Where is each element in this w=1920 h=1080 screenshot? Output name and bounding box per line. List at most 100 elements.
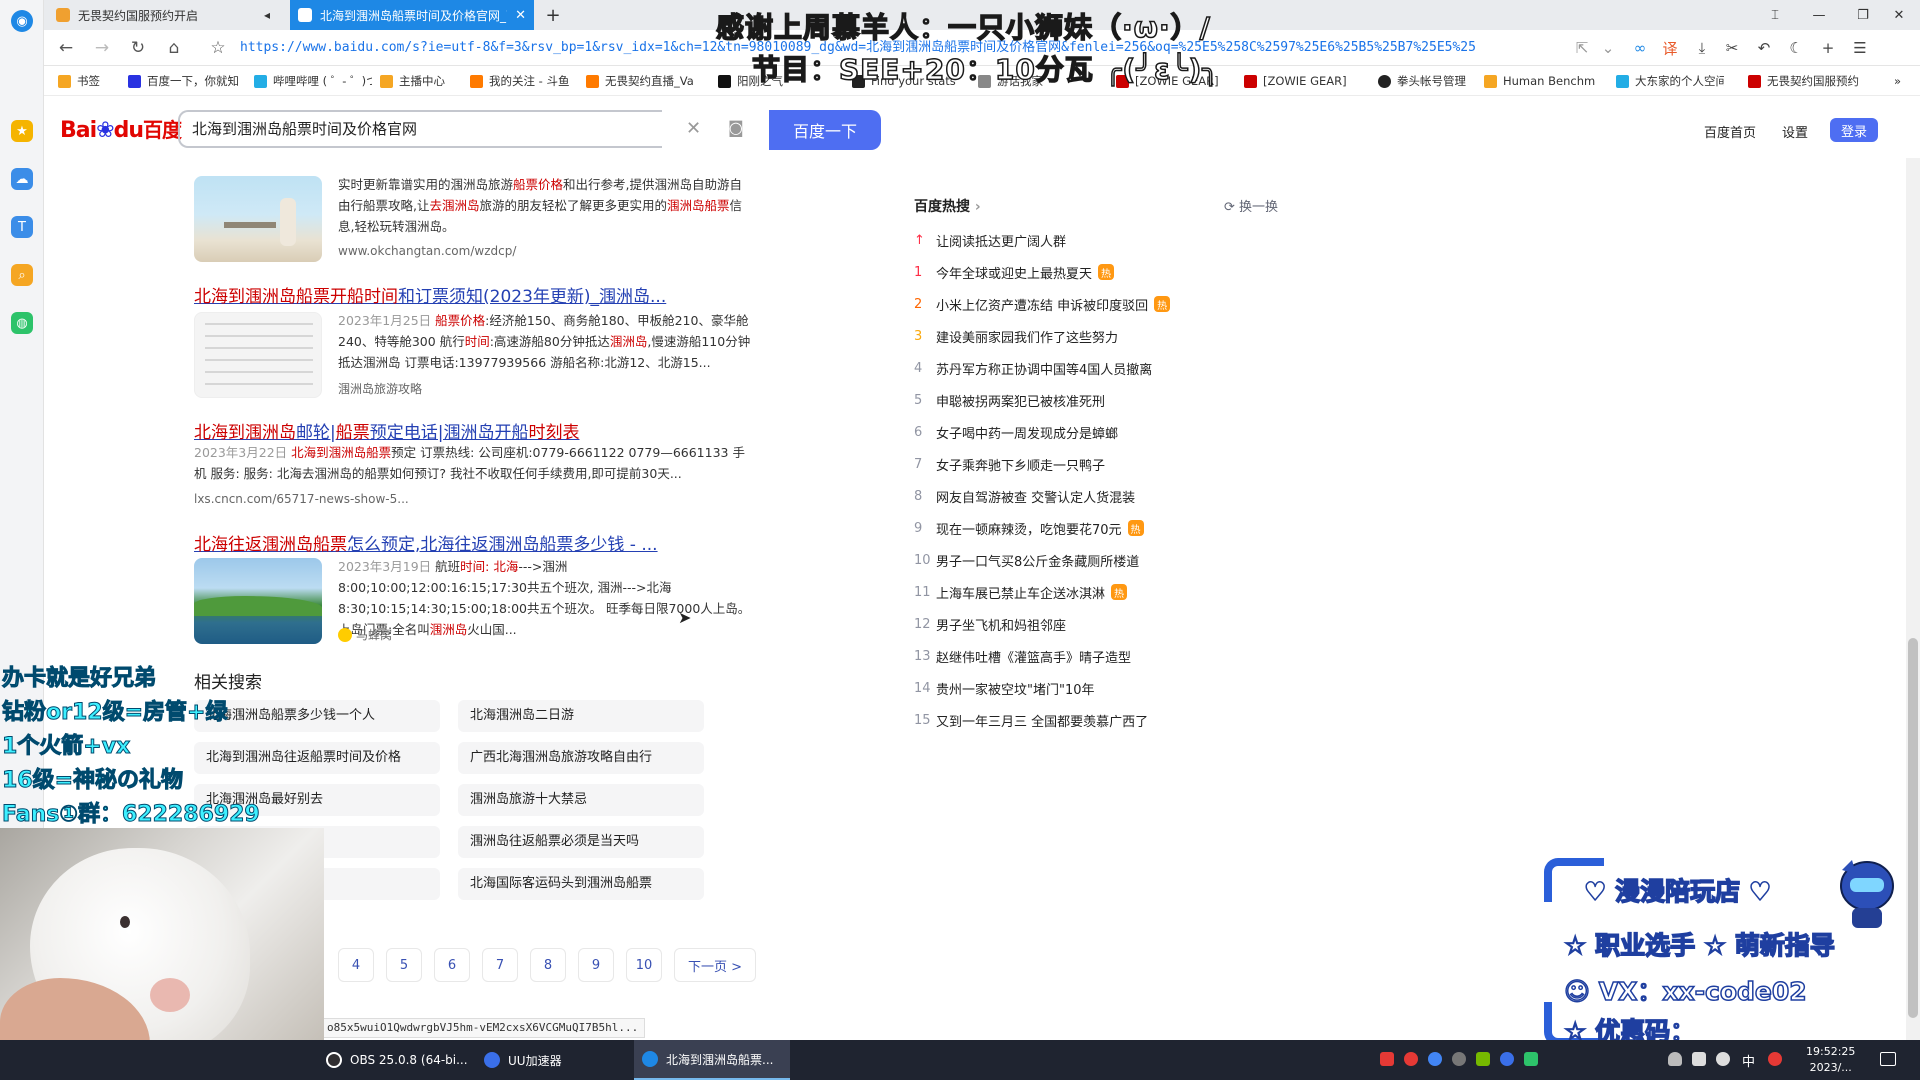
hot-search-item[interactable]: ↑ 让阅读抵达更广阔人群 — [914, 230, 1066, 250]
hot-search-item[interactable]: 6 女子喝中药一周发现成分是蟑螂 — [914, 422, 1118, 442]
tab-close-icon[interactable]: ✕ — [515, 8, 526, 23]
hot-search-item[interactable]: 3 建设美丽家园我们作了这些努力 — [914, 326, 1118, 346]
bookmark-item[interactable]: [ZOWIE GEAR] — [1244, 73, 1346, 89]
tray-google-icon[interactable] — [1428, 1052, 1442, 1066]
tray-network-icon[interactable] — [1692, 1052, 1706, 1066]
related-search-item[interactable]: 北海到涠洲岛往返船票时间及价格 — [194, 742, 440, 774]
pin-icon[interactable]: ⌶ — [1756, 0, 1794, 30]
tray-speaker-red-icon[interactable] — [1380, 1052, 1394, 1066]
night-mode-icon[interactable]: ☾ — [1784, 36, 1808, 60]
tray-ime[interactable]: 中 — [1742, 1051, 1755, 1070]
search-side-icon[interactable]: ⌕ — [11, 264, 33, 286]
close-window-button[interactable]: ✕ — [1880, 0, 1918, 30]
tray-volume-icon[interactable] — [1716, 1052, 1730, 1066]
page-8-button[interactable]: 8 — [530, 948, 566, 982]
bookmark-star-icon[interactable]: ☆ — [206, 36, 230, 60]
hot-search-item[interactable]: 14 贵州一家被空坟"堵门"10年 — [914, 678, 1095, 698]
hot-search-item[interactable]: 4 苏丹军方称正协调中国等4国人员撤离 — [914, 358, 1152, 378]
page-10-button[interactable]: 10 — [626, 948, 662, 982]
hot-search-item[interactable]: 15 又到一年三月三 全国都要羡慕广西了 — [914, 710, 1148, 730]
related-search-item[interactable]: 北海涠洲岛船票多少钱一个人 — [194, 700, 440, 732]
search-button[interactable]: 百度一下 — [769, 110, 881, 150]
clear-icon[interactable]: ✕ — [686, 118, 701, 139]
maximize-button[interactable]: ❐ — [1844, 0, 1882, 30]
result-title-link[interactable]: 北海到涠洲岛邮轮|船票预定电话|涠洲岛开船时刻表 — [194, 418, 579, 443]
bookmarks-more-icon[interactable]: » — [1894, 73, 1910, 89]
hot-search-title[interactable]: 百度热搜 › — [914, 196, 981, 216]
notification-icon[interactable] — [1880, 1052, 1896, 1066]
result-thumbnail[interactable] — [194, 558, 322, 644]
tab-baidu-search[interactable]: 北海到涠洲岛船票时间及价格官网_百 ✕ — [290, 0, 534, 30]
tray-sogou-icon[interactable] — [1768, 1052, 1782, 1066]
reload-icon[interactable]: ↻ — [126, 36, 150, 60]
hot-search-item[interactable]: 13 赵继伟吐槽《灌篮高手》晴子造型 — [914, 646, 1131, 666]
related-search-item[interactable]: 广西北海涠洲岛旅游攻略自由行 — [458, 742, 704, 774]
search-input[interactable]: 北海到涠洲岛船票时间及价格官网 — [178, 110, 662, 148]
related-search-item[interactable]: 北海国际客运码头到涠洲岛船票 — [458, 868, 704, 900]
undo-icon[interactable]: ↶ — [1752, 36, 1776, 60]
forward-icon[interactable]: → — [90, 36, 114, 60]
tray-wechat-icon[interactable] — [1524, 1052, 1538, 1066]
translate-icon[interactable]: T — [11, 216, 33, 238]
back-icon[interactable]: ← — [54, 36, 78, 60]
page-7-button[interactable]: 7 — [482, 948, 518, 982]
page-5-button[interactable]: 5 — [386, 948, 422, 982]
tray-g-icon[interactable] — [1452, 1052, 1466, 1066]
taskbar-item-uu[interactable]: UU加速器 — [476, 1040, 626, 1080]
result-source[interactable]: www.okchangtan.com/wzdcp/ — [338, 244, 516, 258]
add-icon[interactable]: + — [1816, 36, 1840, 60]
related-search-item[interactable]: 涠洲岛旅游十大禁忌 — [458, 784, 704, 816]
camera-icon[interactable]: ◙ — [728, 118, 744, 137]
cloud-icon[interactable]: ☁ — [11, 168, 33, 190]
new-tab-button[interactable]: + — [538, 0, 568, 30]
favorites-icon[interactable]: ★ — [11, 120, 33, 142]
bookmark-item[interactable]: 我的关注 - 斗鱼 — [470, 73, 584, 89]
baidu-home-link[interactable]: 百度首页 — [1704, 122, 1756, 141]
page-4-button[interactable]: 4 — [338, 948, 374, 982]
baidu-logo[interactable]: Bai❀du百度 — [60, 114, 182, 143]
download-icon[interactable]: ⤓ — [1690, 36, 1714, 60]
tray-mic-icon[interactable] — [1668, 1052, 1682, 1066]
page-6-button[interactable]: 6 — [434, 948, 470, 982]
bookmark-item[interactable]: 无畏契约直播_Va — [586, 73, 704, 89]
share-icon[interactable]: ⇱ — [1570, 36, 1594, 60]
screenshot-icon[interactable]: ✂ — [1720, 36, 1744, 60]
bookmark-item[interactable]: 哔哩哔哩 ( ゜- ゜)つ — [254, 73, 372, 89]
wechat-icon[interactable]: ◍ — [11, 312, 33, 334]
hot-search-item[interactable]: 10 男子一口气买8公斤金条藏厕所楼道 — [914, 550, 1139, 570]
minimize-button[interactable]: — — [1800, 0, 1838, 30]
login-button[interactable]: 登录 — [1830, 118, 1878, 142]
result-thumbnail[interactable] — [194, 312, 322, 398]
hot-search-item[interactable]: 8 网友自驾游被查 交警认定人货混装 — [914, 486, 1135, 506]
related-search-item[interactable]: 涠洲岛往返船票必须是当天吗 — [458, 826, 704, 858]
url-dropdown-icon[interactable]: ⌄ — [1596, 36, 1620, 60]
bookmark-item[interactable]: 百度一下，你就知 — [128, 73, 240, 89]
taskbar-item-browser[interactable]: 北海到涠洲岛船票... — [634, 1040, 790, 1080]
bookmark-item[interactable]: 书签 — [58, 73, 118, 89]
hot-search-item[interactable]: 9 现在一顿麻辣烫，吃饱要花70元热 — [914, 518, 1144, 538]
bookmark-item[interactable]: 无畏契约国服预约 — [1748, 73, 1862, 89]
hot-search-item[interactable]: 7 女子乘奔驰下乡顺走一只鸭子 — [914, 454, 1105, 474]
hot-search-item[interactable]: 11 上海车展已禁止车企送冰淇淋热 — [914, 582, 1128, 602]
result-source[interactable]: lxs.cncn.com/65717-news-show-5... — [194, 492, 409, 506]
tray-app-icon[interactable] — [1404, 1052, 1418, 1066]
hot-search-item[interactable]: 5 申聪被拐两案犯已被核准死刑 — [914, 390, 1105, 410]
page-9-button[interactable]: 9 — [578, 948, 614, 982]
taskbar-item-obs[interactable]: OBS 25.0.8 (64-bi... — [318, 1040, 468, 1080]
related-search-item[interactable]: 北海涠洲岛二日游 — [458, 700, 704, 732]
tray-uu-icon[interactable] — [1500, 1052, 1514, 1066]
hot-refresh-button[interactable]: ⟳ 换一换 — [1224, 196, 1278, 215]
bookmark-item[interactable]: 大东家的个人空间 — [1616, 73, 1724, 89]
taskbar-clock[interactable]: 19:52:25 2023/... — [1806, 1044, 1855, 1076]
result-thumbnail[interactable] — [194, 176, 322, 262]
bookmark-item[interactable]: Human Benchma — [1484, 73, 1596, 89]
tray-nvidia-icon[interactable] — [1476, 1052, 1490, 1066]
settings-link[interactable]: 设置 — [1782, 122, 1808, 141]
tab-valorant[interactable]: 无畏契约国服预约开启 ◂ — [48, 0, 278, 30]
result-source[interactable]: 涠洲岛旅游攻略 — [338, 380, 422, 397]
home-icon[interactable]: ⌂ — [162, 36, 186, 60]
bookmark-item[interactable]: 拳头帐号管理 — [1378, 73, 1476, 89]
result-source[interactable]: 马蜂窝 — [338, 626, 392, 643]
hot-search-item[interactable]: 12 男子坐飞机和妈祖邻座 — [914, 614, 1066, 634]
extension-infinity-icon[interactable]: ∞ — [1628, 36, 1652, 60]
